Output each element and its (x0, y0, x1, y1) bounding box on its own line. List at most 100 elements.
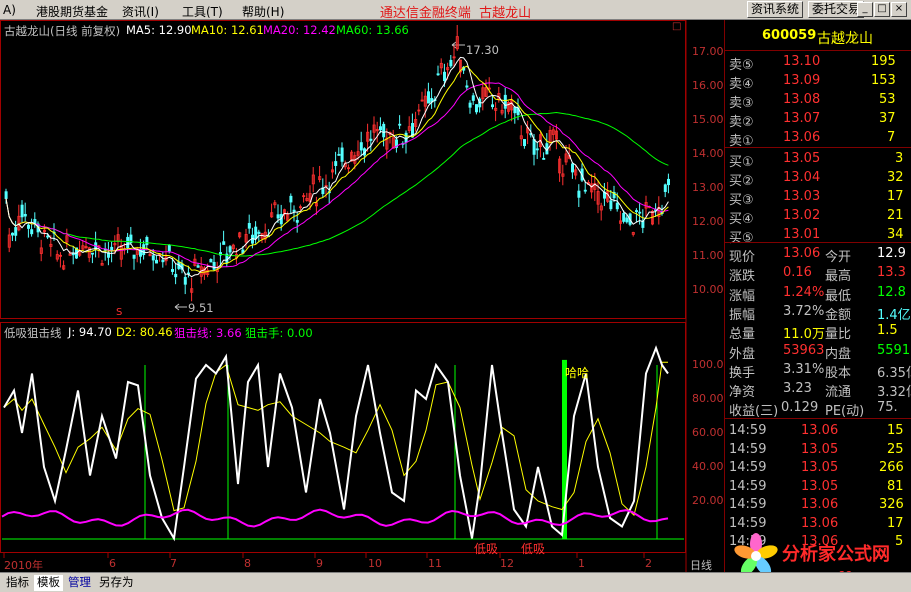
chart-close-icon[interactable]: □ (672, 21, 681, 32)
candle-body (503, 94, 507, 109)
candle-body (33, 219, 37, 224)
divider (725, 242, 911, 243)
ma60-line (5, 111, 669, 257)
candle-body (228, 246, 232, 253)
stat-value: 6.35亿 (877, 365, 911, 381)
quote-panel: 600059 古越龙山 卖⑤ 13.10 195 卖④ 13.09 153 卖③ 13.08 5… (724, 20, 911, 572)
x-axis-ticks (3, 553, 645, 558)
quote-header: 600059 古越龙山 (725, 28, 911, 47)
tab-manage[interactable]: 管理 (65, 575, 94, 591)
stat-label: 金额 (825, 307, 852, 323)
stat-row: 净资 3.23 流通 3.32亿 (725, 381, 911, 401)
ask-price: 13.10 (783, 54, 821, 69)
bid-row: 买② 13.04 32 (725, 170, 911, 189)
candle-body (535, 148, 539, 151)
ask-price: 13.06 (783, 130, 821, 145)
stat-label: 振幅 (729, 307, 756, 323)
candle-body (91, 252, 95, 255)
candle-body (196, 265, 200, 268)
candle-body (398, 123, 402, 126)
candle-body (359, 142, 363, 151)
stat-value: 0.129 (781, 400, 819, 416)
y-tick-15: 15.00 (692, 113, 724, 126)
sub-y-tick-20: 20.00 (692, 494, 724, 507)
stat-label: 净资 (729, 385, 756, 401)
stock-code: 600059 (762, 28, 817, 43)
menu-item-hk-futures[interactable]: 港股期货基金 (36, 3, 108, 20)
candle-body (625, 217, 629, 223)
divider (725, 418, 911, 419)
stat-value: 1.4亿 (877, 307, 911, 323)
dixi-signal-label-2: 低吸 (521, 542, 546, 556)
sub-y-tick-60: 60.00 (692, 426, 724, 439)
candle-body (154, 259, 158, 264)
minimize-button[interactable]: _ (857, 2, 873, 17)
period-label[interactable]: 日线 (690, 557, 712, 573)
stat-value: 1.5 (877, 323, 898, 339)
ask-row: 卖⑤ 13.10 195 (725, 54, 911, 73)
stat-value: 13.06 (783, 246, 821, 261)
chart-area[interactable]: 古越龙山(日线 前复权) MA5: 12.90 MA10: 12.61 MA20… (0, 20, 724, 572)
ask-volume: 37 (879, 111, 896, 126)
candle-body (170, 269, 174, 272)
bid-price: 13.01 (783, 227, 821, 242)
close-button[interactable]: × (891, 2, 907, 17)
stat-value: 75. (877, 400, 898, 416)
y-tick-12: 12.00 (692, 215, 724, 228)
stock-name: 古越龙山 (817, 31, 873, 47)
x-label-11: 11 (428, 557, 442, 570)
candle-body (532, 139, 536, 155)
candle-body (667, 178, 671, 186)
candle-body (295, 220, 299, 223)
menu-item-news[interactable]: 资讯(I) (122, 3, 159, 20)
candle-body (254, 226, 258, 240)
stat-value: 11.0万 (783, 327, 825, 343)
menu-item-tools[interactable]: 工具(T) (182, 3, 223, 20)
stat-row: 涨跌 0.16 最高 13.3 (725, 265, 911, 285)
candle-body (126, 236, 130, 248)
stat-label: PE(动) (825, 404, 865, 420)
stat-value: 3.32亿 (877, 385, 911, 401)
ask-label: 卖③ (729, 96, 754, 111)
y-tick-17: 17.00 (692, 45, 724, 58)
tab-template[interactable]: 模板 (34, 575, 63, 591)
candle-body (471, 95, 475, 101)
ask-price: 13.08 (783, 92, 821, 107)
bottom-toolbar: 指标 模板 管理 另存为 (0, 572, 911, 592)
stat-label: 外盘 (729, 346, 756, 362)
menu-item-a[interactable]: A) (3, 3, 16, 17)
stat-label: 涨幅 (729, 288, 756, 304)
x-label-10: 10 (368, 557, 382, 570)
maximize-button[interactable]: □ (874, 2, 890, 17)
news-system-button[interactable]: 资讯系统 (747, 1, 804, 18)
y-tick-11: 11.00 (692, 249, 724, 262)
ask-row: 卖④ 13.09 153 (725, 73, 911, 92)
candle-body (442, 71, 446, 81)
snipe-line-label: 狙击线: 3.66 (174, 326, 242, 340)
candle-body (183, 277, 187, 285)
candle-body (167, 244, 171, 252)
tick-time: 14:59 (729, 423, 767, 438)
chart-canvas[interactable] (0, 20, 724, 572)
tick-price: 13.05 (801, 478, 839, 494)
tick-time: 14:59 (729, 460, 767, 475)
stat-label: 涨跌 (729, 269, 756, 285)
candle-body (583, 189, 587, 192)
d2-line (3, 361, 668, 517)
stat-label: 流通 (825, 385, 852, 401)
stat-label: 最高 (825, 269, 852, 285)
candle-body (663, 184, 667, 192)
tab-save-as[interactable]: 另存为 (96, 575, 137, 591)
candle-body (276, 214, 280, 219)
candle-body (151, 255, 155, 261)
bid-volume: 21 (887, 208, 904, 223)
stat-value: 0.16 (783, 265, 812, 281)
candle-body (71, 253, 75, 256)
candle-body (161, 259, 165, 263)
trade-button[interactable]: 委托交易 (808, 1, 865, 18)
tab-indicator[interactable]: 指标 (3, 575, 32, 591)
stat-row: 总量 11.0万 量比 1.5 (725, 323, 911, 343)
tick-row: 14:59 13.05 25 (725, 442, 911, 460)
menu-item-help[interactable]: 帮助(H) (242, 3, 284, 20)
candle-body (20, 204, 24, 218)
